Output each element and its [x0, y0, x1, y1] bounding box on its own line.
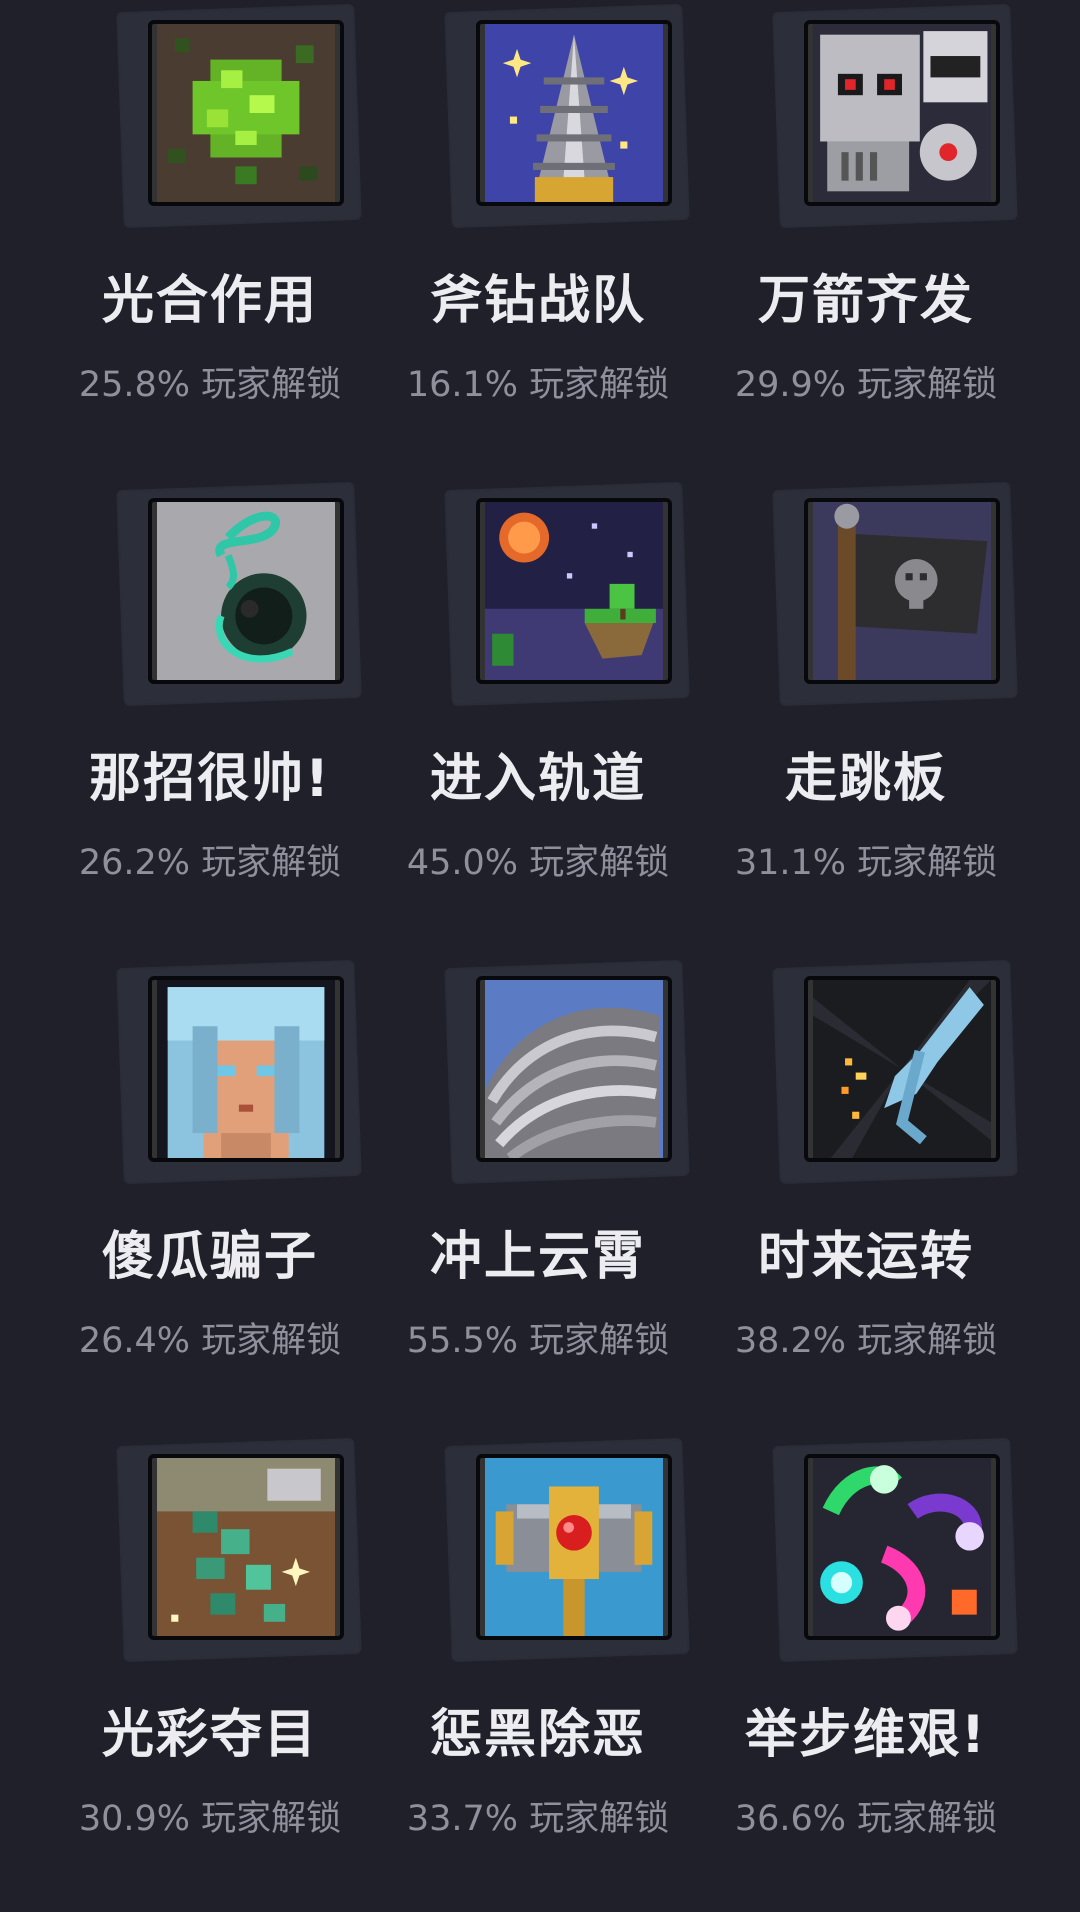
unlock-percent: 45.0%: [406, 843, 519, 883]
achievement-title: 那招很帅!: [89, 749, 331, 809]
grappling-hook-icon: [148, 498, 344, 684]
unlock-rate: 38.2% 玩家解锁: [686, 1312, 1046, 1363]
unlock-percent: 31.1%: [734, 843, 847, 883]
unlock-label: 玩家解锁: [201, 365, 342, 405]
achievement-card[interactable]: 光彩夺目 30.9% 玩家解锁: [30, 1434, 390, 1912]
icon-frame: [30, 478, 390, 718]
unlock-percent: 26.2%: [78, 843, 191, 883]
achievement-card[interactable]: 傻瓜骗子 26.4% 玩家解锁: [30, 956, 390, 1434]
skull-mech-icon: [804, 20, 1000, 206]
blue-hair-girl-icon: [148, 976, 344, 1162]
rainbow-orbs-icon: [804, 1454, 1000, 1640]
unlock-percent: 38.2%: [734, 1321, 847, 1361]
achievement-title: 走跳板: [784, 749, 947, 809]
unlock-label: 玩家解锁: [529, 365, 670, 405]
achievement-card[interactable]: 进入轨道 45.0% 玩家解锁: [358, 478, 718, 956]
achievement-title: 万箭齐发: [757, 271, 974, 331]
unlock-label: 玩家解锁: [857, 1321, 998, 1361]
unlock-rate: 30.9% 玩家解锁: [30, 1790, 390, 1841]
achievement-card[interactable]: 时来运转 38.2% 玩家解锁: [686, 956, 1046, 1434]
unlock-label: 玩家解锁: [529, 1321, 670, 1361]
achievement-title: 惩黑除恶: [429, 1705, 646, 1765]
achievement-card[interactable]: 举步维艰! 36.6% 玩家解锁: [686, 1434, 1046, 1912]
achievement-card[interactable]: 冲上云霄 55.5% 玩家解锁: [358, 956, 718, 1434]
achievement-card[interactable]: 惩黑除恶 33.7% 玩家解锁: [358, 1434, 718, 1912]
gem-ore-icon: [148, 1454, 344, 1640]
icon-frame: [686, 0, 1046, 240]
icon-frame: [686, 478, 1046, 718]
unlock-percent: 30.9%: [78, 1799, 191, 1839]
unlock-label: 玩家解锁: [857, 1799, 998, 1839]
unlock-rate: 29.9% 玩家解锁: [686, 356, 1046, 407]
unlock-percent: 55.5%: [406, 1321, 519, 1361]
unlock-percent: 26.4%: [78, 1321, 191, 1361]
unlock-rate: 36.6% 玩家解锁: [686, 1790, 1046, 1841]
icon-frame: [686, 956, 1046, 1196]
unlock-label: 玩家解锁: [857, 843, 998, 883]
unlock-percent: 36.6%: [734, 1799, 847, 1839]
unlock-rate: 33.7% 玩家解锁: [358, 1790, 718, 1841]
achievement-title: 光合作用: [101, 271, 318, 331]
achievement-card[interactable]: 那招很帅! 26.2% 玩家解锁: [30, 478, 390, 956]
unlock-percent: 25.8%: [78, 365, 191, 405]
unlock-label: 玩家解锁: [201, 1799, 342, 1839]
achievement-card[interactable]: 光合作用 25.8% 玩家解锁: [30, 0, 390, 478]
ghost-hand-icon: [804, 976, 1000, 1162]
unlock-rate: 26.4% 玩家解锁: [30, 1312, 390, 1363]
unlock-percent: 33.7%: [406, 1799, 519, 1839]
unlock-rate: 26.2% 玩家解锁: [30, 834, 390, 885]
achievement-card[interactable]: 斧钻战队 16.1% 玩家解锁: [358, 0, 718, 478]
unlock-label: 玩家解锁: [201, 843, 342, 883]
achievement-title: 傻瓜骗子: [101, 1227, 318, 1287]
icon-frame: [30, 956, 390, 1196]
icon-frame: [358, 1434, 718, 1674]
hammer-icon: [476, 1454, 672, 1640]
drill-icon: [476, 20, 672, 206]
achievement-card[interactable]: 走跳板 31.1% 玩家解锁: [686, 478, 1046, 956]
icon-frame: [358, 956, 718, 1196]
unlock-label: 玩家解锁: [857, 365, 998, 405]
icon-frame: [686, 1434, 1046, 1674]
unlock-rate: 55.5% 玩家解锁: [358, 1312, 718, 1363]
leaf-moss-icon: [148, 20, 344, 206]
achievement-grid: 光合作用 25.8% 玩家解锁 斧钻战队 16.1% 玩家解锁 万箭齐发 29.…: [0, 0, 1080, 1839]
sky-island-icon: [476, 498, 672, 684]
achievement-card[interactable]: 万箭齐发 29.9% 玩家解锁: [686, 0, 1046, 478]
achievement-title: 斧钻战队: [429, 271, 646, 331]
icon-frame: [30, 0, 390, 240]
unlock-label: 玩家解锁: [529, 1799, 670, 1839]
achievement-title: 时来运转: [757, 1227, 974, 1287]
unlock-percent: 29.9%: [734, 365, 847, 405]
achievement-title: 举步维艰!: [745, 1705, 987, 1765]
unlock-percent: 16.1%: [406, 365, 519, 405]
achievement-title: 进入轨道: [429, 749, 646, 809]
icon-frame: [30, 1434, 390, 1674]
unlock-label: 玩家解锁: [529, 843, 670, 883]
pirate-flag-icon: [804, 498, 1000, 684]
unlock-rate: 31.1% 玩家解锁: [686, 834, 1046, 885]
achievement-title: 光彩夺目: [101, 1705, 318, 1765]
unlock-rate: 16.1% 玩家解锁: [358, 356, 718, 407]
unlock-rate: 25.8% 玩家解锁: [30, 356, 390, 407]
unlock-label: 玩家解锁: [201, 1321, 342, 1361]
unlock-rate: 45.0% 玩家解锁: [358, 834, 718, 885]
icon-frame: [358, 0, 718, 240]
wings-icon: [476, 976, 672, 1162]
achievement-title: 冲上云霄: [429, 1227, 646, 1287]
icon-frame: [358, 478, 718, 718]
